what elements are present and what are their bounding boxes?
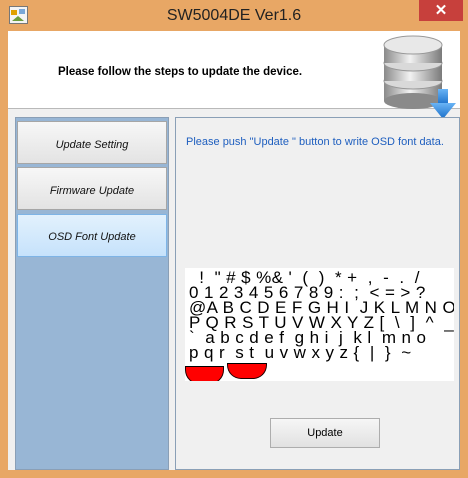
header-panel: Please follow the steps to update the de… [8,31,460,119]
window-client-area: Please follow the steps to update the de… [8,31,460,470]
content-panel: Please push "Update " button to write OS… [175,117,460,470]
sidebar-item-update-setting[interactable]: Update Setting [17,121,167,164]
title-bar: SW5004DE Ver1.6 ✕ [0,0,468,31]
database-download-icon [383,35,456,119]
sidebar-item-label: OSD Font Update [48,231,136,243]
window-title: SW5004DE Ver1.6 [166,7,302,24]
status-message: Please push "Update " button to write OS… [186,136,444,148]
sidebar-item-firmware-update[interactable]: Firmware Update [17,167,167,210]
header-instruction: Please follow the steps to update the de… [58,66,303,78]
font-glyph-blob [185,366,224,381]
osd-font-preview: ! " # $ %& ' ( ) * + , - . / 0 1 2 3 4 5… [185,268,454,381]
sidebar: Update Setting Firmware Update OSD Font … [15,117,169,470]
close-button[interactable]: ✕ [419,0,463,21]
update-button[interactable]: Update [270,418,380,448]
sidebar-item-label: Update Setting [55,139,129,151]
close-icon: ✕ [434,2,448,19]
font-preview-line: p q r s t u v w x y z { | } ~ [189,343,412,362]
sidebar-item-label: Firmware Update [49,185,135,197]
sidebar-item-osd-font-update[interactable]: OSD Font Update [17,214,167,257]
font-glyph-blob [227,363,267,379]
